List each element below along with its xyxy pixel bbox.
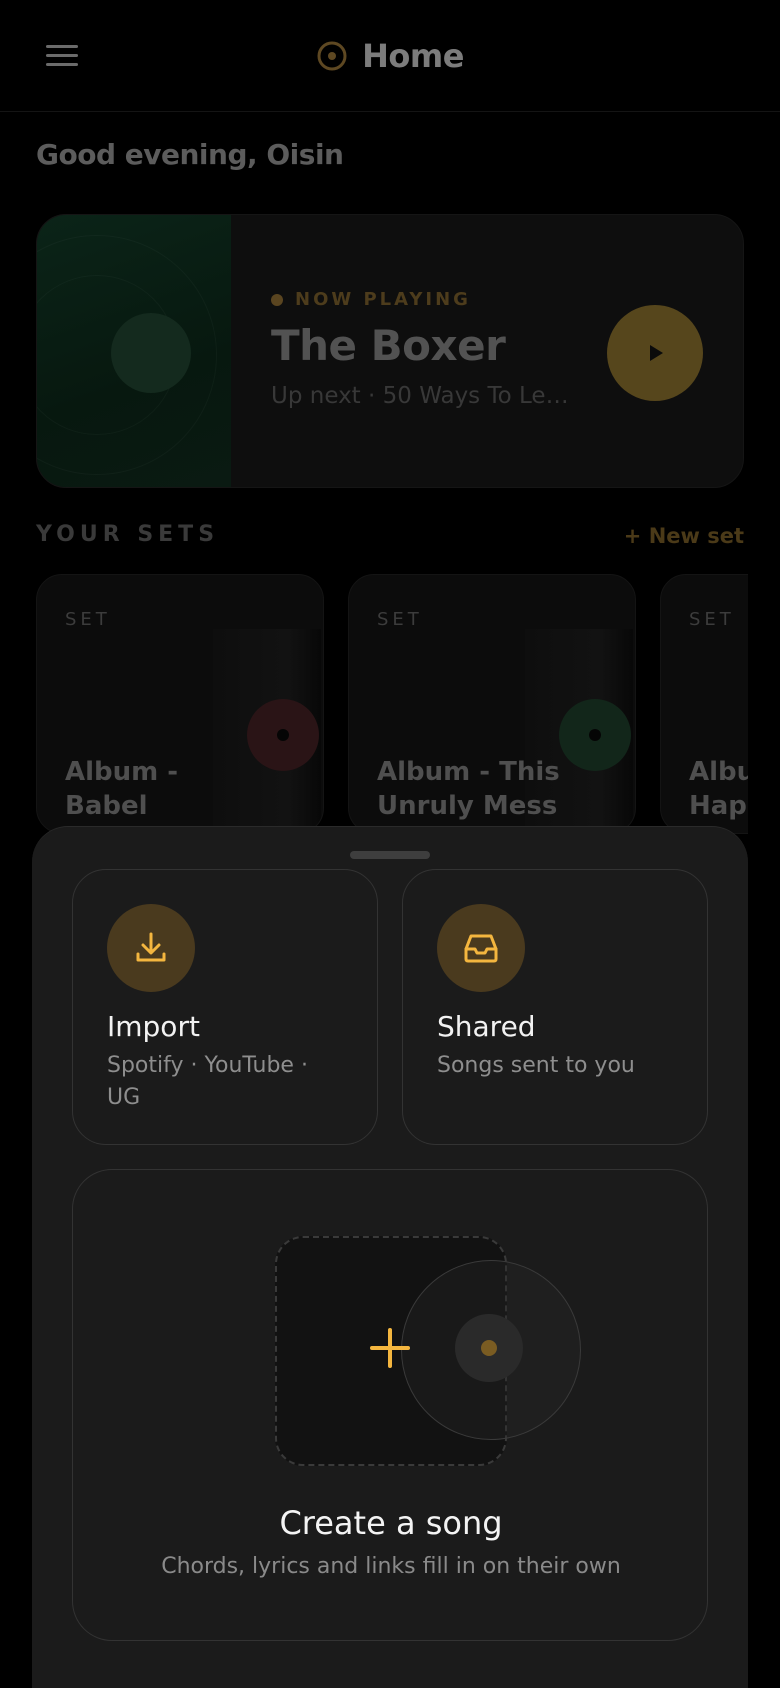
create-song-title: Create a song bbox=[279, 1504, 503, 1542]
import-title: Import bbox=[107, 1010, 200, 1043]
import-icon-badge bbox=[107, 904, 195, 992]
vinyl-center-icon bbox=[455, 1314, 523, 1382]
vinyl-icon bbox=[559, 699, 631, 771]
page-title: Home bbox=[0, 32, 780, 80]
now-playing-dot-icon bbox=[271, 293, 283, 306]
play-icon bbox=[650, 345, 663, 361]
set-tag: SET bbox=[377, 609, 423, 630]
download-icon bbox=[136, 932, 166, 962]
set-card[interactable]: SET Album - Babel bbox=[36, 574, 324, 834]
sheet-drag-handle[interactable] bbox=[350, 851, 430, 859]
up-next-text: Up next · 50 Ways To Leave Your Lover bbox=[271, 383, 581, 409]
set-title: Album - Happy bbox=[689, 757, 748, 821]
greeting: Good evening, Oisin bbox=[36, 138, 344, 171]
plus-icon bbox=[370, 1328, 410, 1368]
import-tile[interactable]: Import Spotify · YouTube · UG bbox=[72, 869, 378, 1145]
now-playing-artwork bbox=[37, 215, 231, 487]
shared-title: Shared bbox=[437, 1010, 536, 1043]
page-title-text: Home bbox=[362, 37, 464, 75]
shared-subtitle: Songs sent to you bbox=[437, 1053, 635, 1078]
now-playing-title: The Boxer bbox=[271, 321, 506, 370]
new-set-button[interactable]: + New set bbox=[624, 524, 744, 548]
sets-heading: YOUR SETS bbox=[36, 522, 220, 547]
app-header: Home bbox=[0, 0, 780, 112]
now-playing-card[interactable]: NOW PLAYING The Boxer Up next · 50 Ways … bbox=[36, 214, 744, 488]
bottom-sheet: Import Spotify · YouTube · UG Shared Son… bbox=[32, 826, 748, 1688]
shared-icon-badge bbox=[437, 904, 525, 992]
set-title: Album - Babel bbox=[65, 757, 179, 821]
set-tag: SET bbox=[689, 609, 735, 630]
disc-logo-icon bbox=[317, 41, 347, 71]
shared-tile[interactable]: Shared Songs sent to you bbox=[402, 869, 708, 1145]
inbox-icon bbox=[464, 934, 498, 963]
create-song-subtitle: Chords, lyrics and links fill in on thei… bbox=[161, 1554, 621, 1579]
set-card[interactable]: SET Album - This Unruly Mess I've Made bbox=[348, 574, 636, 834]
sets-carousel[interactable]: SET Album - Babel SET Album - This Unrul… bbox=[36, 574, 748, 834]
now-playing-label: NOW PLAYING bbox=[271, 289, 471, 310]
set-card[interactable]: SET Album - Happy bbox=[660, 574, 748, 834]
play-button[interactable] bbox=[607, 305, 703, 401]
import-subtitle: Spotify · YouTube · UG bbox=[107, 1053, 308, 1110]
set-title: Album - This Unruly Mess I've Made bbox=[377, 757, 560, 821]
create-song-card[interactable]: Create a song Chords, lyrics and links f… bbox=[72, 1169, 708, 1641]
set-tag: SET bbox=[65, 609, 111, 630]
